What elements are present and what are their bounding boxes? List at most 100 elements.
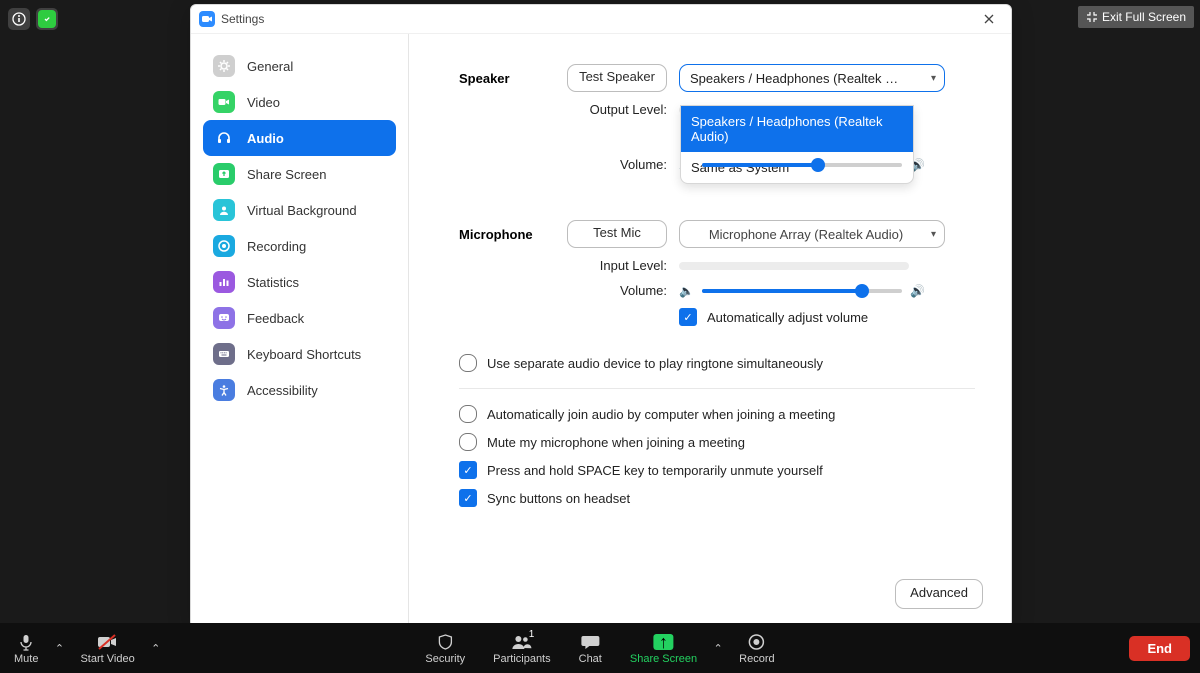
sidebar-label: General	[247, 59, 293, 74]
zoom-logo-icon	[199, 11, 215, 27]
end-label: End	[1147, 641, 1172, 656]
speaker-volume-label: Volume:	[459, 157, 679, 172]
mute-on-join-checkbox[interactable]	[459, 433, 477, 451]
settings-titlebar: Settings	[191, 5, 1011, 34]
exit-fullscreen-icon	[1086, 11, 1098, 23]
audio-settings-pane: Speaker Test Speaker Speakers / Headphon…	[409, 34, 1011, 627]
chevron-down-icon: ▾	[931, 229, 936, 240]
speaker-device-selected: Speakers / Headphones (Realtek …	[690, 71, 898, 86]
chat-button[interactable]: Chat	[565, 623, 616, 673]
headphones-icon	[213, 127, 235, 149]
record-label: Record	[739, 653, 774, 665]
auto-join-audio-checkbox[interactable]	[459, 405, 477, 423]
end-meeting-button[interactable]: End	[1129, 636, 1190, 661]
share-options-caret[interactable]: ⌃	[711, 623, 725, 673]
sidebar-item-recording[interactable]: Recording	[203, 228, 396, 264]
mute-on-join-label: Mute my microphone when joining a meetin…	[487, 435, 745, 450]
security-label: Security	[425, 653, 465, 665]
input-level-label: Input Level:	[459, 258, 679, 273]
shield-icon	[436, 631, 454, 653]
video-icon	[213, 91, 235, 113]
security-button[interactable]: Security	[411, 623, 479, 673]
sidebar-item-accessibility[interactable]: Accessibility	[203, 372, 396, 408]
output-level-label: Output Level:	[459, 102, 679, 117]
recording-icon	[213, 235, 235, 257]
auto-join-audio-label: Automatically join audio by computer whe…	[487, 407, 835, 422]
microphone-heading: Microphone	[459, 227, 567, 242]
gear-icon	[213, 55, 235, 77]
meeting-toolbar: Mute ⌃ Start Video ⌃ Security 1 Particip…	[0, 623, 1200, 673]
sidebar-item-statistics[interactable]: Statistics	[203, 264, 396, 300]
close-button[interactable]	[983, 13, 1003, 25]
video-options-caret[interactable]: ⌃	[149, 623, 163, 673]
exit-fullscreen-button[interactable]: Exit Full Screen	[1078, 6, 1194, 28]
participants-count: 1	[529, 629, 535, 640]
speaker-dropdown-option[interactable]: Speakers / Headphones (Realtek Audio)	[681, 106, 913, 152]
chat-label: Chat	[579, 653, 602, 665]
share-screen-icon	[213, 163, 235, 185]
sidebar-label: Recording	[247, 239, 306, 254]
speaker-heading: Speaker	[459, 71, 567, 86]
share-screen-label: Share Screen	[630, 653, 697, 665]
sidebar-label: Virtual Background	[247, 203, 357, 218]
sidebar-item-feedback[interactable]: Feedback	[203, 300, 396, 336]
separate-ringtone-checkbox[interactable]	[459, 354, 477, 372]
sidebar-label: Accessibility	[247, 383, 318, 398]
sidebar-label: Share Screen	[247, 167, 327, 182]
close-icon	[983, 13, 995, 25]
feedback-icon	[213, 307, 235, 329]
mute-label: Mute	[14, 653, 38, 665]
auto-adjust-volume-checkbox[interactable]: ✓	[679, 308, 697, 326]
record-button[interactable]: Record	[725, 623, 788, 673]
microphone-device-select[interactable]: Microphone Array (Realtek Audio) ▾	[679, 220, 945, 248]
speaker-device-select[interactable]: Speakers / Headphones (Realtek … ▾ Speak…	[679, 64, 945, 92]
sidebar-label: Audio	[247, 131, 284, 146]
share-screen-icon: ↑	[654, 631, 674, 653]
auto-adjust-volume-label: Automatically adjust volume	[707, 310, 868, 325]
audio-options-caret[interactable]: ⌃	[52, 623, 66, 673]
exit-fullscreen-label: Exit Full Screen	[1102, 10, 1186, 24]
separate-ringtone-label: Use separate audio device to play ringto…	[487, 356, 823, 371]
share-screen-button[interactable]: ↑ Share Screen	[616, 623, 711, 673]
speaker-dropdown-option[interactable]: Same as System	[681, 152, 913, 183]
speaker-volume-slider[interactable]	[702, 163, 902, 167]
sidebar-item-video[interactable]: Video	[203, 84, 396, 120]
space-unmute-label: Press and hold SPACE key to temporarily …	[487, 463, 823, 478]
sidebar-label: Keyboard Shortcuts	[247, 347, 361, 362]
mute-button[interactable]: Mute	[0, 623, 52, 673]
sidebar-item-share-screen[interactable]: Share Screen	[203, 156, 396, 192]
speaker-high-icon: 🔊	[910, 284, 925, 298]
mic-volume-slider[interactable]	[702, 289, 902, 293]
sidebar-item-general[interactable]: General	[203, 48, 396, 84]
sync-headset-checkbox[interactable]: ✓	[459, 489, 477, 507]
start-video-label: Start Video	[80, 653, 134, 665]
video-off-icon	[97, 631, 119, 653]
settings-sidebar: General Video Audio Share Screen Virtual…	[191, 34, 409, 627]
microphone-icon	[17, 631, 35, 653]
participants-label: Participants	[493, 653, 550, 665]
sidebar-label: Statistics	[247, 275, 299, 290]
statistics-icon	[213, 271, 235, 293]
participants-button[interactable]: 1 Participants	[479, 623, 564, 673]
sidebar-item-audio[interactable]: Audio	[203, 120, 396, 156]
settings-title: Settings	[221, 12, 264, 26]
accessibility-icon	[213, 379, 235, 401]
encryption-shield-icon[interactable]	[36, 8, 58, 30]
settings-dialog: Settings General Video Audio Share Scree…	[190, 4, 1012, 628]
sidebar-item-virtual-background[interactable]: Virtual Background	[203, 192, 396, 228]
space-unmute-checkbox[interactable]: ✓	[459, 461, 477, 479]
sidebar-item-keyboard-shortcuts[interactable]: Keyboard Shortcuts	[203, 336, 396, 372]
record-icon	[748, 631, 766, 653]
test-mic-button[interactable]: Test Mic	[567, 220, 667, 248]
keyboard-icon	[213, 343, 235, 365]
speaker-low-icon: 🔈	[679, 284, 694, 298]
start-video-button[interactable]: Start Video	[66, 623, 148, 673]
meeting-info-icon[interactable]	[8, 8, 30, 30]
sidebar-label: Feedback	[247, 311, 304, 326]
divider	[459, 388, 975, 389]
chat-icon	[580, 631, 600, 653]
mic-volume-label: Volume:	[459, 283, 679, 298]
advanced-button[interactable]: Advanced	[895, 579, 983, 609]
test-speaker-button[interactable]: Test Speaker	[567, 64, 667, 92]
virtual-background-icon	[213, 199, 235, 221]
